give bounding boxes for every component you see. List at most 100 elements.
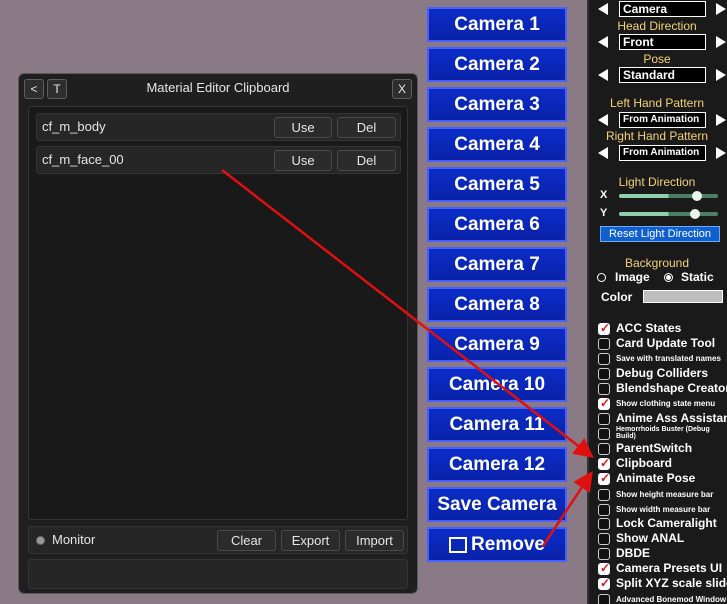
toggle-label: ACC States [616, 321, 682, 335]
camera-3-button[interactable]: Camera 3 [427, 87, 567, 122]
arrow-left-icon[interactable] [598, 3, 608, 15]
del-button[interactable]: Del [337, 117, 396, 138]
background-color-swatch[interactable] [643, 290, 723, 303]
toggle-label: Anime Ass Assistant [616, 411, 727, 425]
pose-selector: Standard [591, 67, 727, 84]
light-y-slider[interactable]: Y [589, 207, 725, 221]
camera-4-button[interactable]: Camera 4 [427, 127, 567, 162]
toggle-row[interactable]: Clipboard [597, 456, 727, 471]
clear-button[interactable]: Clear [217, 530, 276, 551]
camera-6-button[interactable]: Camera 6 [427, 207, 567, 242]
toggle-row[interactable]: Anime Ass Assistant [597, 411, 727, 426]
toggle-row[interactable]: Animate Pose [597, 471, 727, 486]
toggle-row[interactable]: Card Update Tool [597, 336, 727, 351]
checkbox[interactable] [598, 413, 610, 425]
camera-7-button[interactable]: Camera 7 [427, 247, 567, 282]
toggle-label: Show height measure bar [616, 490, 714, 499]
arrow-left-icon[interactable] [598, 36, 608, 48]
toggle-label: ParentSwitch [616, 441, 693, 455]
checkbox[interactable] [598, 518, 610, 530]
camera-2-button[interactable]: Camera 2 [427, 47, 567, 82]
camera-11-button[interactable]: Camera 11 [427, 407, 567, 442]
checkbox[interactable] [598, 533, 610, 545]
toggle-row[interactable]: Show width measure bar [597, 502, 727, 517]
toggle-label: Hemorrhoids Buster (Debug Build) [616, 426, 710, 440]
light-y-slider-knob[interactable] [689, 209, 700, 219]
toggle-row[interactable]: Debug Colliders [597, 366, 727, 381]
toggle-label: Clipboard [616, 456, 672, 470]
save-camera-button[interactable]: Save Camera [427, 487, 567, 522]
toggle-row[interactable]: Lock Cameralight [597, 516, 727, 531]
light-x-slider-knob[interactable] [691, 191, 702, 201]
arrow-left-icon[interactable] [598, 147, 608, 159]
right-hand-value: From Animation [619, 145, 706, 161]
right-settings-panel: Camera Head Direction Front Pose Standar… [587, 0, 727, 604]
arrow-left-icon[interactable] [598, 69, 608, 81]
reset-light-direction-button[interactable]: Reset Light Direction [600, 226, 720, 242]
color-label: Color [601, 290, 633, 304]
export-button[interactable]: Export [281, 530, 340, 551]
left-hand-value: From Animation [619, 112, 706, 128]
checkbox[interactable] [598, 504, 610, 516]
bg-static-radio[interactable] [664, 273, 673, 282]
checkbox[interactable] [598, 396, 610, 410]
checkbox[interactable] [598, 383, 610, 395]
checkbox[interactable] [598, 321, 610, 335]
camera-5-button[interactable]: Camera 5 [427, 167, 567, 202]
remove-button[interactable]: Remove [427, 527, 567, 562]
arrow-right-icon[interactable] [716, 114, 726, 126]
use-button[interactable]: Use [274, 150, 332, 171]
checkbox[interactable] [598, 368, 610, 380]
arrow-right-icon[interactable] [716, 36, 726, 48]
material-editor-clipboard-window: < T Material Editor Clipboard X cf_m_bod… [18, 73, 418, 594]
toggle-row[interactable]: Show clothing state menu [597, 396, 727, 411]
del-button[interactable]: Del [337, 150, 396, 171]
checkbox[interactable] [598, 428, 610, 440]
toggle-row[interactable]: Show height measure bar [597, 487, 727, 502]
camera-value: Camera [619, 1, 706, 17]
bottom-toolbar: Monitor Clear Export Import [28, 526, 408, 554]
right-hand-selector: From Animation [591, 145, 727, 162]
toggle-row[interactable]: Split XYZ scale sliders [597, 576, 727, 591]
pose-heading: Pose [643, 52, 671, 66]
light-x-slider[interactable]: X [589, 189, 725, 203]
checkbox[interactable] [598, 456, 610, 470]
checkbox[interactable] [598, 471, 610, 485]
monitor-toggle[interactable] [36, 536, 45, 545]
toggle-row[interactable]: Hemorrhoids Buster (Debug Build) [597, 426, 727, 441]
toggle-row[interactable]: Camera Presets UI [597, 561, 727, 576]
toggle-label: Camera Presets UI [616, 561, 723, 575]
camera-10-button[interactable]: Camera 10 [427, 367, 567, 402]
toggle-row[interactable]: DBDE [597, 546, 727, 561]
toggle-row[interactable]: Show ANAL [597, 531, 727, 546]
bg-image-radio[interactable] [597, 273, 606, 282]
camera-9-button[interactable]: Camera 9 [427, 327, 567, 362]
light-y-label: Y [600, 207, 608, 219]
camera-8-button[interactable]: Camera 8 [427, 287, 567, 322]
checkbox[interactable] [598, 594, 610, 604]
close-button[interactable]: X [392, 79, 412, 99]
left-hand-heading: Left Hand Pattern [609, 96, 705, 110]
checkbox[interactable] [598, 489, 610, 501]
checkbox[interactable] [598, 576, 610, 590]
arrow-right-icon[interactable] [716, 69, 726, 81]
camera-1-button[interactable]: Camera 1 [427, 7, 567, 42]
toggle-label: Save with translated names [616, 354, 721, 363]
toggle-row[interactable]: ACC States [597, 321, 727, 336]
arrow-right-icon[interactable] [716, 147, 726, 159]
toggle-row[interactable]: Advanced Bonemod Window [597, 592, 727, 604]
toggle-row[interactable]: ParentSwitch [597, 441, 727, 456]
checkbox[interactable] [598, 561, 610, 575]
import-button[interactable]: Import [345, 530, 404, 551]
checkbox[interactable] [598, 353, 610, 365]
checkbox[interactable] [598, 443, 610, 455]
arrow-left-icon[interactable] [598, 114, 608, 126]
toggle-label: Lock Cameralight [616, 516, 717, 530]
checkbox[interactable] [598, 548, 610, 560]
toggle-row[interactable]: Blendshape Creator [597, 381, 727, 396]
camera-12-button[interactable]: Camera 12 [427, 447, 567, 482]
arrow-right-icon[interactable] [716, 3, 726, 15]
checkbox[interactable] [598, 338, 610, 350]
use-button[interactable]: Use [274, 117, 332, 138]
toggle-row[interactable]: Save with translated names [597, 351, 727, 366]
